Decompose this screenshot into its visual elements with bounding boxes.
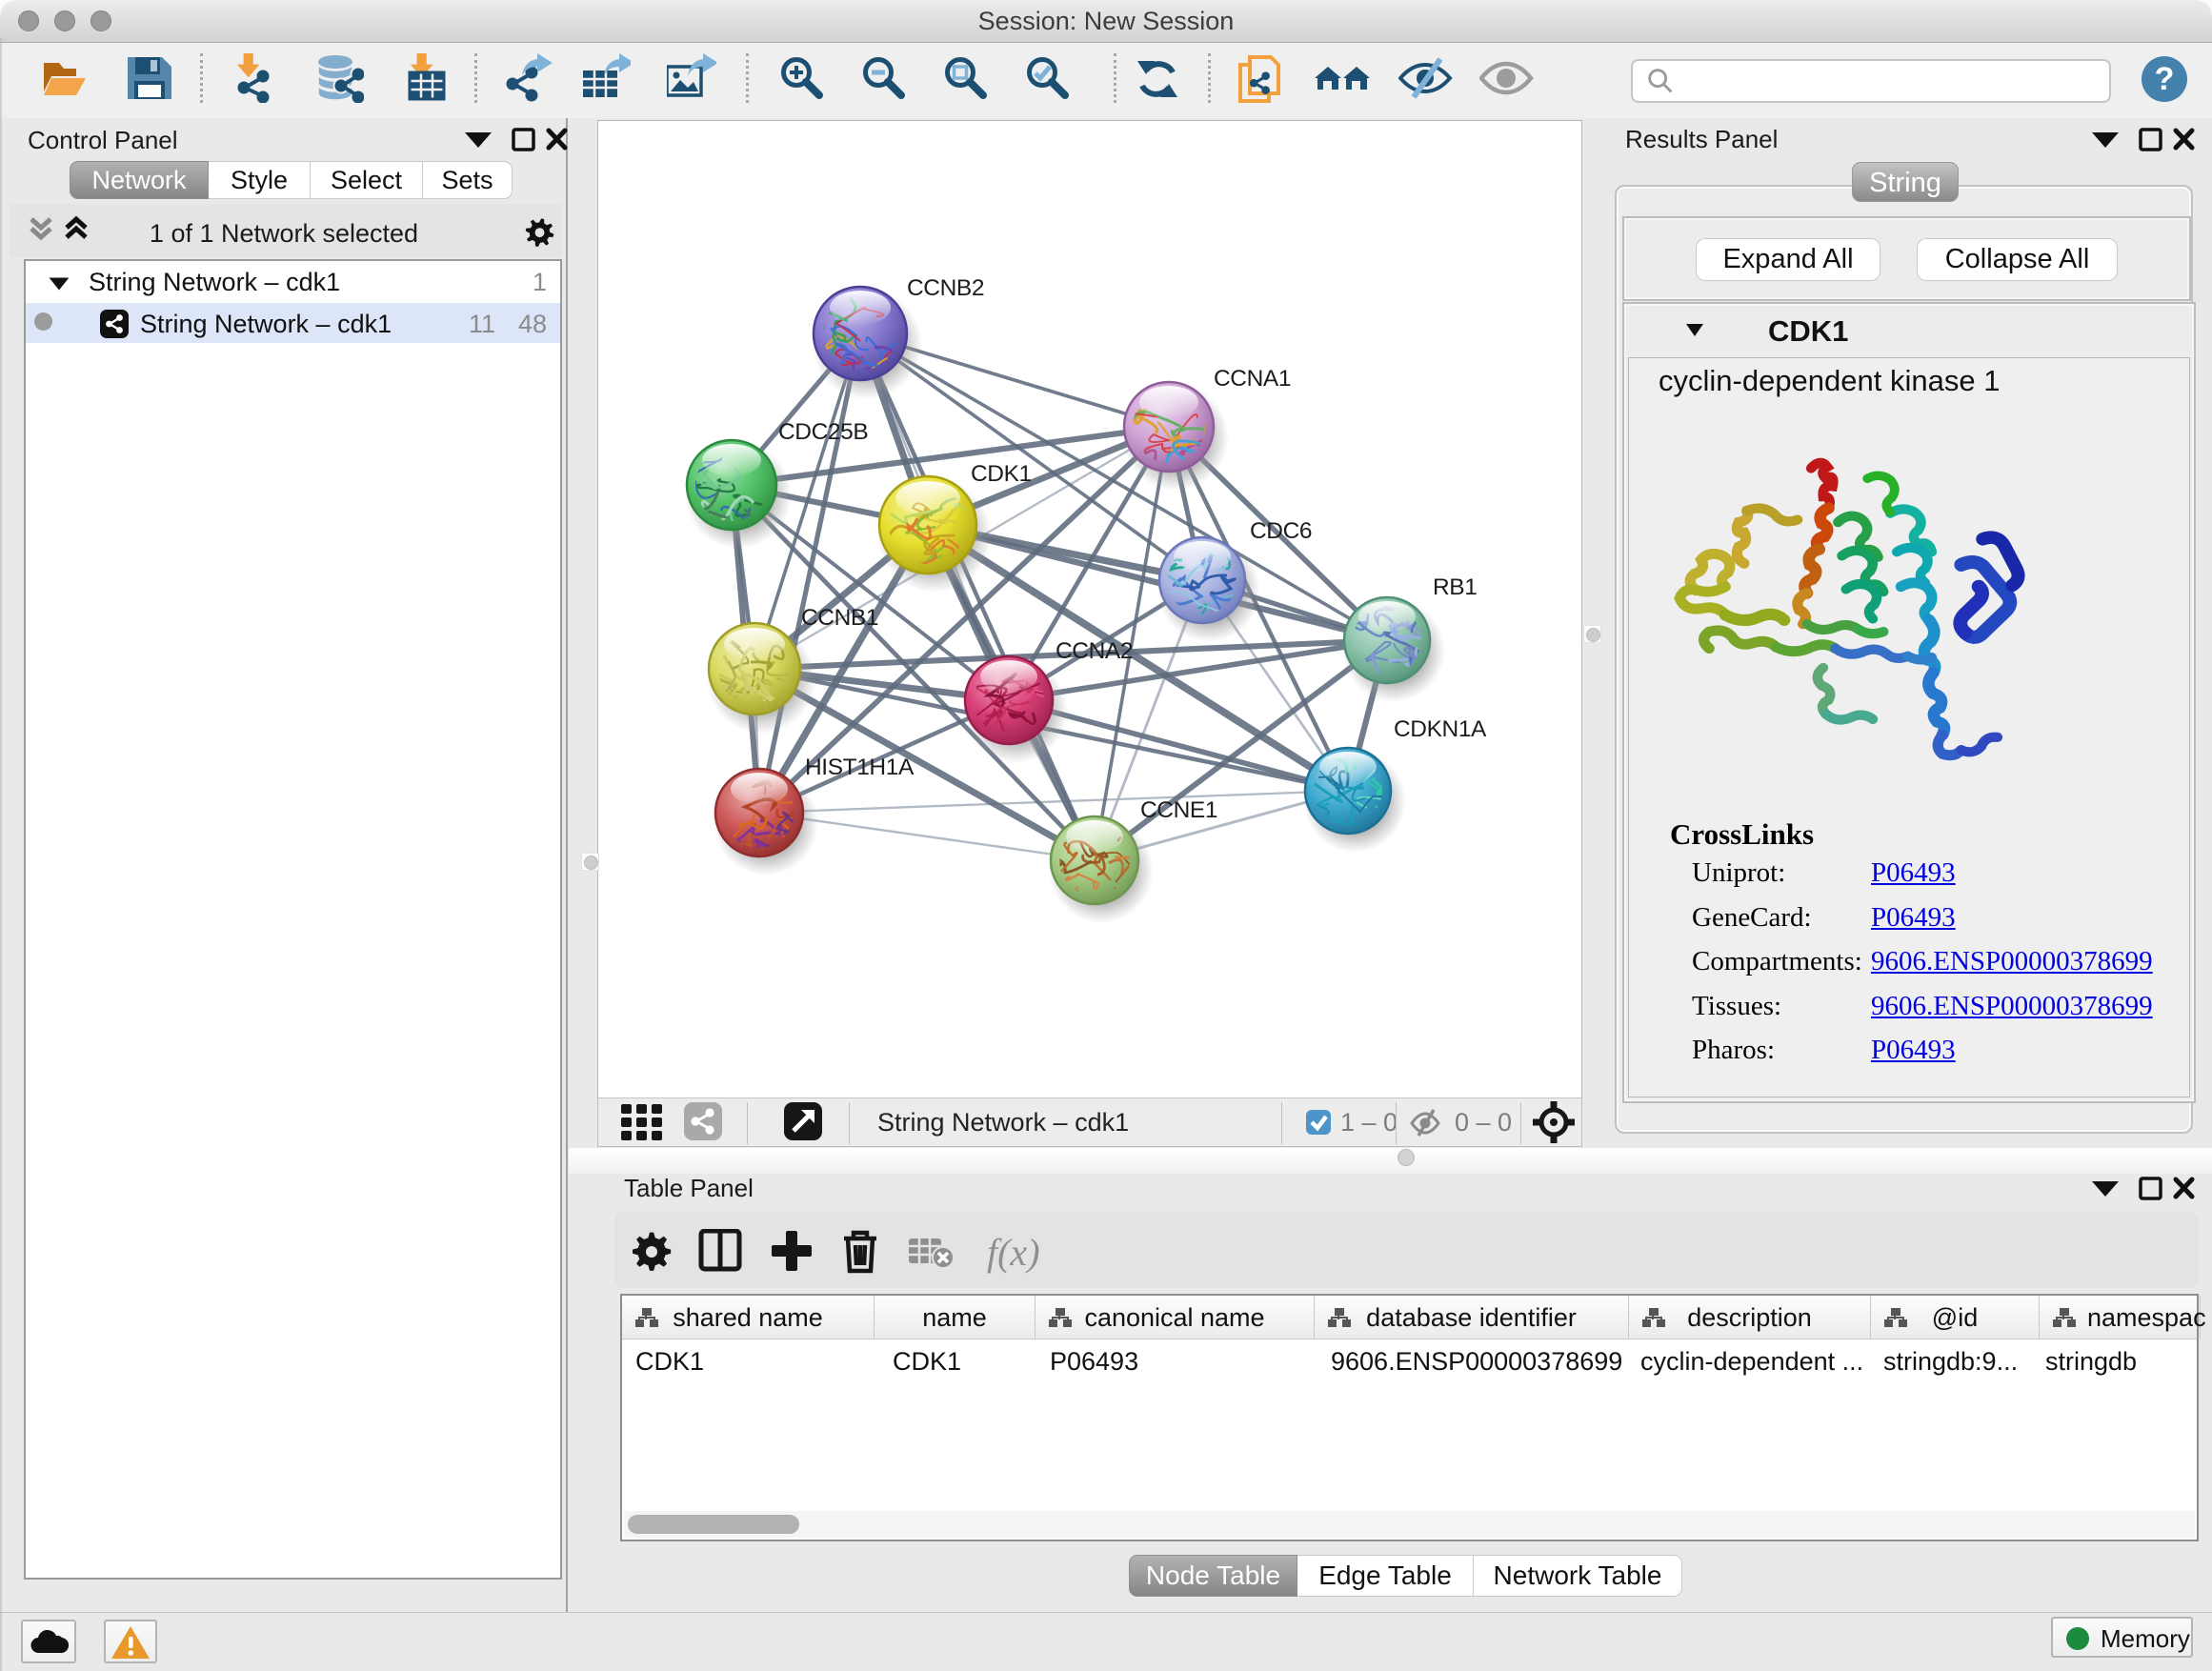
svg-text:CDC6: CDC6 <box>1250 518 1312 544</box>
svg-text:HIST1H1A: HIST1H1A <box>805 755 915 780</box>
svg-text:CCNA2: CCNA2 <box>1056 638 1133 664</box>
svg-text:0 – 0: 0 – 0 <box>1455 1108 1512 1137</box>
svg-text:CCNE1: CCNE1 <box>1140 797 1217 823</box>
svg-text:CDC25B: CDC25B <box>778 419 868 445</box>
svg-text:CCNA1: CCNA1 <box>1214 366 1291 392</box>
svg-text:String Network – cdk1: String Network – cdk1 <box>877 1108 1129 1137</box>
svg-text:RB1: RB1 <box>1433 574 1477 600</box>
svg-text:CCNB2: CCNB2 <box>907 275 984 301</box>
svg-text:CDKN1A: CDKN1A <box>1394 716 1487 742</box>
svg-text:f(x): f(x) <box>987 1231 1040 1274</box>
svg-text:CCNB1: CCNB1 <box>801 605 878 631</box>
svg-text:1 – 0: 1 – 0 <box>1340 1108 1398 1137</box>
svg-text:CDK1: CDK1 <box>971 461 1032 487</box>
